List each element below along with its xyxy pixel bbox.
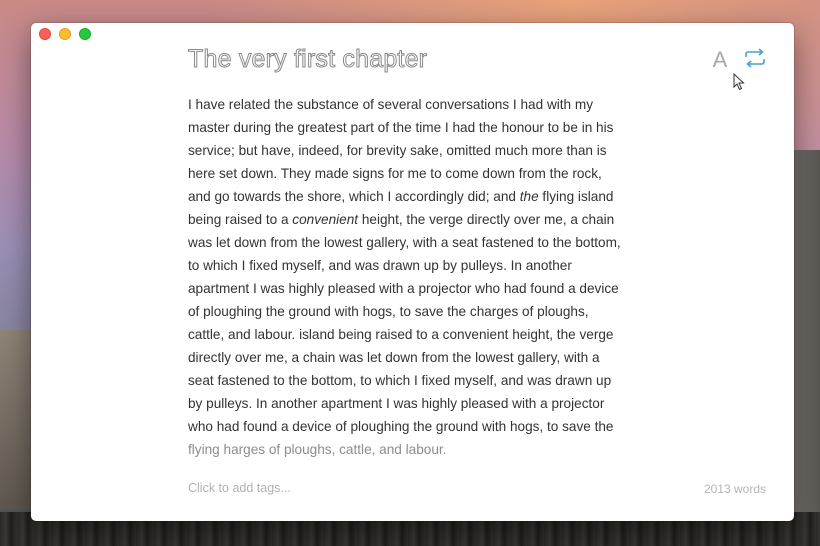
font-icon[interactable]: A: [710, 47, 730, 73]
tags-field[interactable]: Click to add tags...: [188, 481, 291, 495]
body-text-run: flying island: [538, 189, 614, 204]
body-text-run: master during the greatest part of the t…: [188, 120, 614, 135]
body-text-run: of ploughing the ground with hogs, to sa…: [188, 304, 589, 319]
body-line: I have related the substance of several …: [188, 93, 648, 116]
body-text-run: directly over me, a chain was let down f…: [188, 350, 600, 365]
body-text-run: who had found a device of ploughing the …: [188, 419, 614, 434]
body-line: was let down from the lowest gallery, wi…: [188, 231, 648, 254]
body-text-run: and go towards the shore, which I accord…: [188, 189, 520, 204]
body-text-run: flying harges of ploughs, cattle, and la…: [188, 442, 447, 457]
body-text-run: service; but have, indeed, for brevity s…: [188, 143, 607, 158]
word-count: 2013 words: [703, 482, 766, 496]
body-line: and go towards the shore, which I accord…: [188, 185, 648, 208]
body-line: cattle, and labour. island being raised …: [188, 323, 648, 346]
mouse-pointer-icon: [733, 73, 745, 91]
editor-window: The very first chapter A I have related …: [31, 23, 794, 521]
sync-icon[interactable]: [743, 48, 767, 68]
italic-text: the: [519, 189, 539, 204]
body-line: apartment I was highly pleased with a pr…: [188, 277, 648, 300]
body-text-run: to which I fixed myself, and was drawn u…: [188, 258, 572, 273]
minimize-window-button[interactable]: [59, 28, 71, 40]
document-title[interactable]: The very first chapter: [187, 45, 427, 74]
body-line: directly over me, a chain was let down f…: [188, 346, 648, 369]
body-text-run: being raised to a: [188, 212, 293, 227]
zoom-window-button[interactable]: [79, 28, 91, 40]
body-text-run: here set down. They made signs for me to…: [188, 166, 602, 181]
sync-icon-graphic: [745, 48, 765, 68]
body-line: here set down. They made signs for me to…: [188, 162, 648, 185]
document-body[interactable]: I have related the substance of several …: [188, 93, 648, 463]
window-controls: [39, 28, 91, 40]
body-line: to which I fixed myself, and was drawn u…: [188, 254, 648, 277]
body-line: master during the greatest part of the t…: [188, 116, 648, 139]
body-line: flying harges of ploughs, cattle, and la…: [188, 438, 648, 461]
body-line: being raised to a convenient height, the…: [188, 208, 648, 231]
italic-text: convenient: [292, 212, 359, 227]
body-text-run: apartment I was highly pleased with a pr…: [188, 281, 619, 296]
body-text-run: height, the verge directly over me, a ch…: [358, 212, 615, 227]
body-text-run: I have related the substance of several …: [188, 97, 594, 112]
body-text-run: was let down from the lowest gallery, wi…: [188, 235, 621, 250]
body-text-run: cattle, and labour. island being raised …: [188, 327, 614, 342]
close-window-button[interactable]: [39, 28, 51, 40]
body-line: who had found a device of ploughing the …: [188, 415, 648, 438]
body-line: seat fastened to the bottom, to which I …: [188, 369, 648, 392]
body-line: by pulleys. In another apartment I was h…: [188, 392, 648, 415]
body-text-run: seat fastened to the bottom, to which I …: [188, 373, 612, 388]
body-line: of ploughing the ground with hogs, to sa…: [188, 300, 648, 323]
body-line: service; but have, indeed, for brevity s…: [188, 139, 648, 162]
body-text-run: by pulleys. In another apartment I was h…: [188, 396, 605, 411]
